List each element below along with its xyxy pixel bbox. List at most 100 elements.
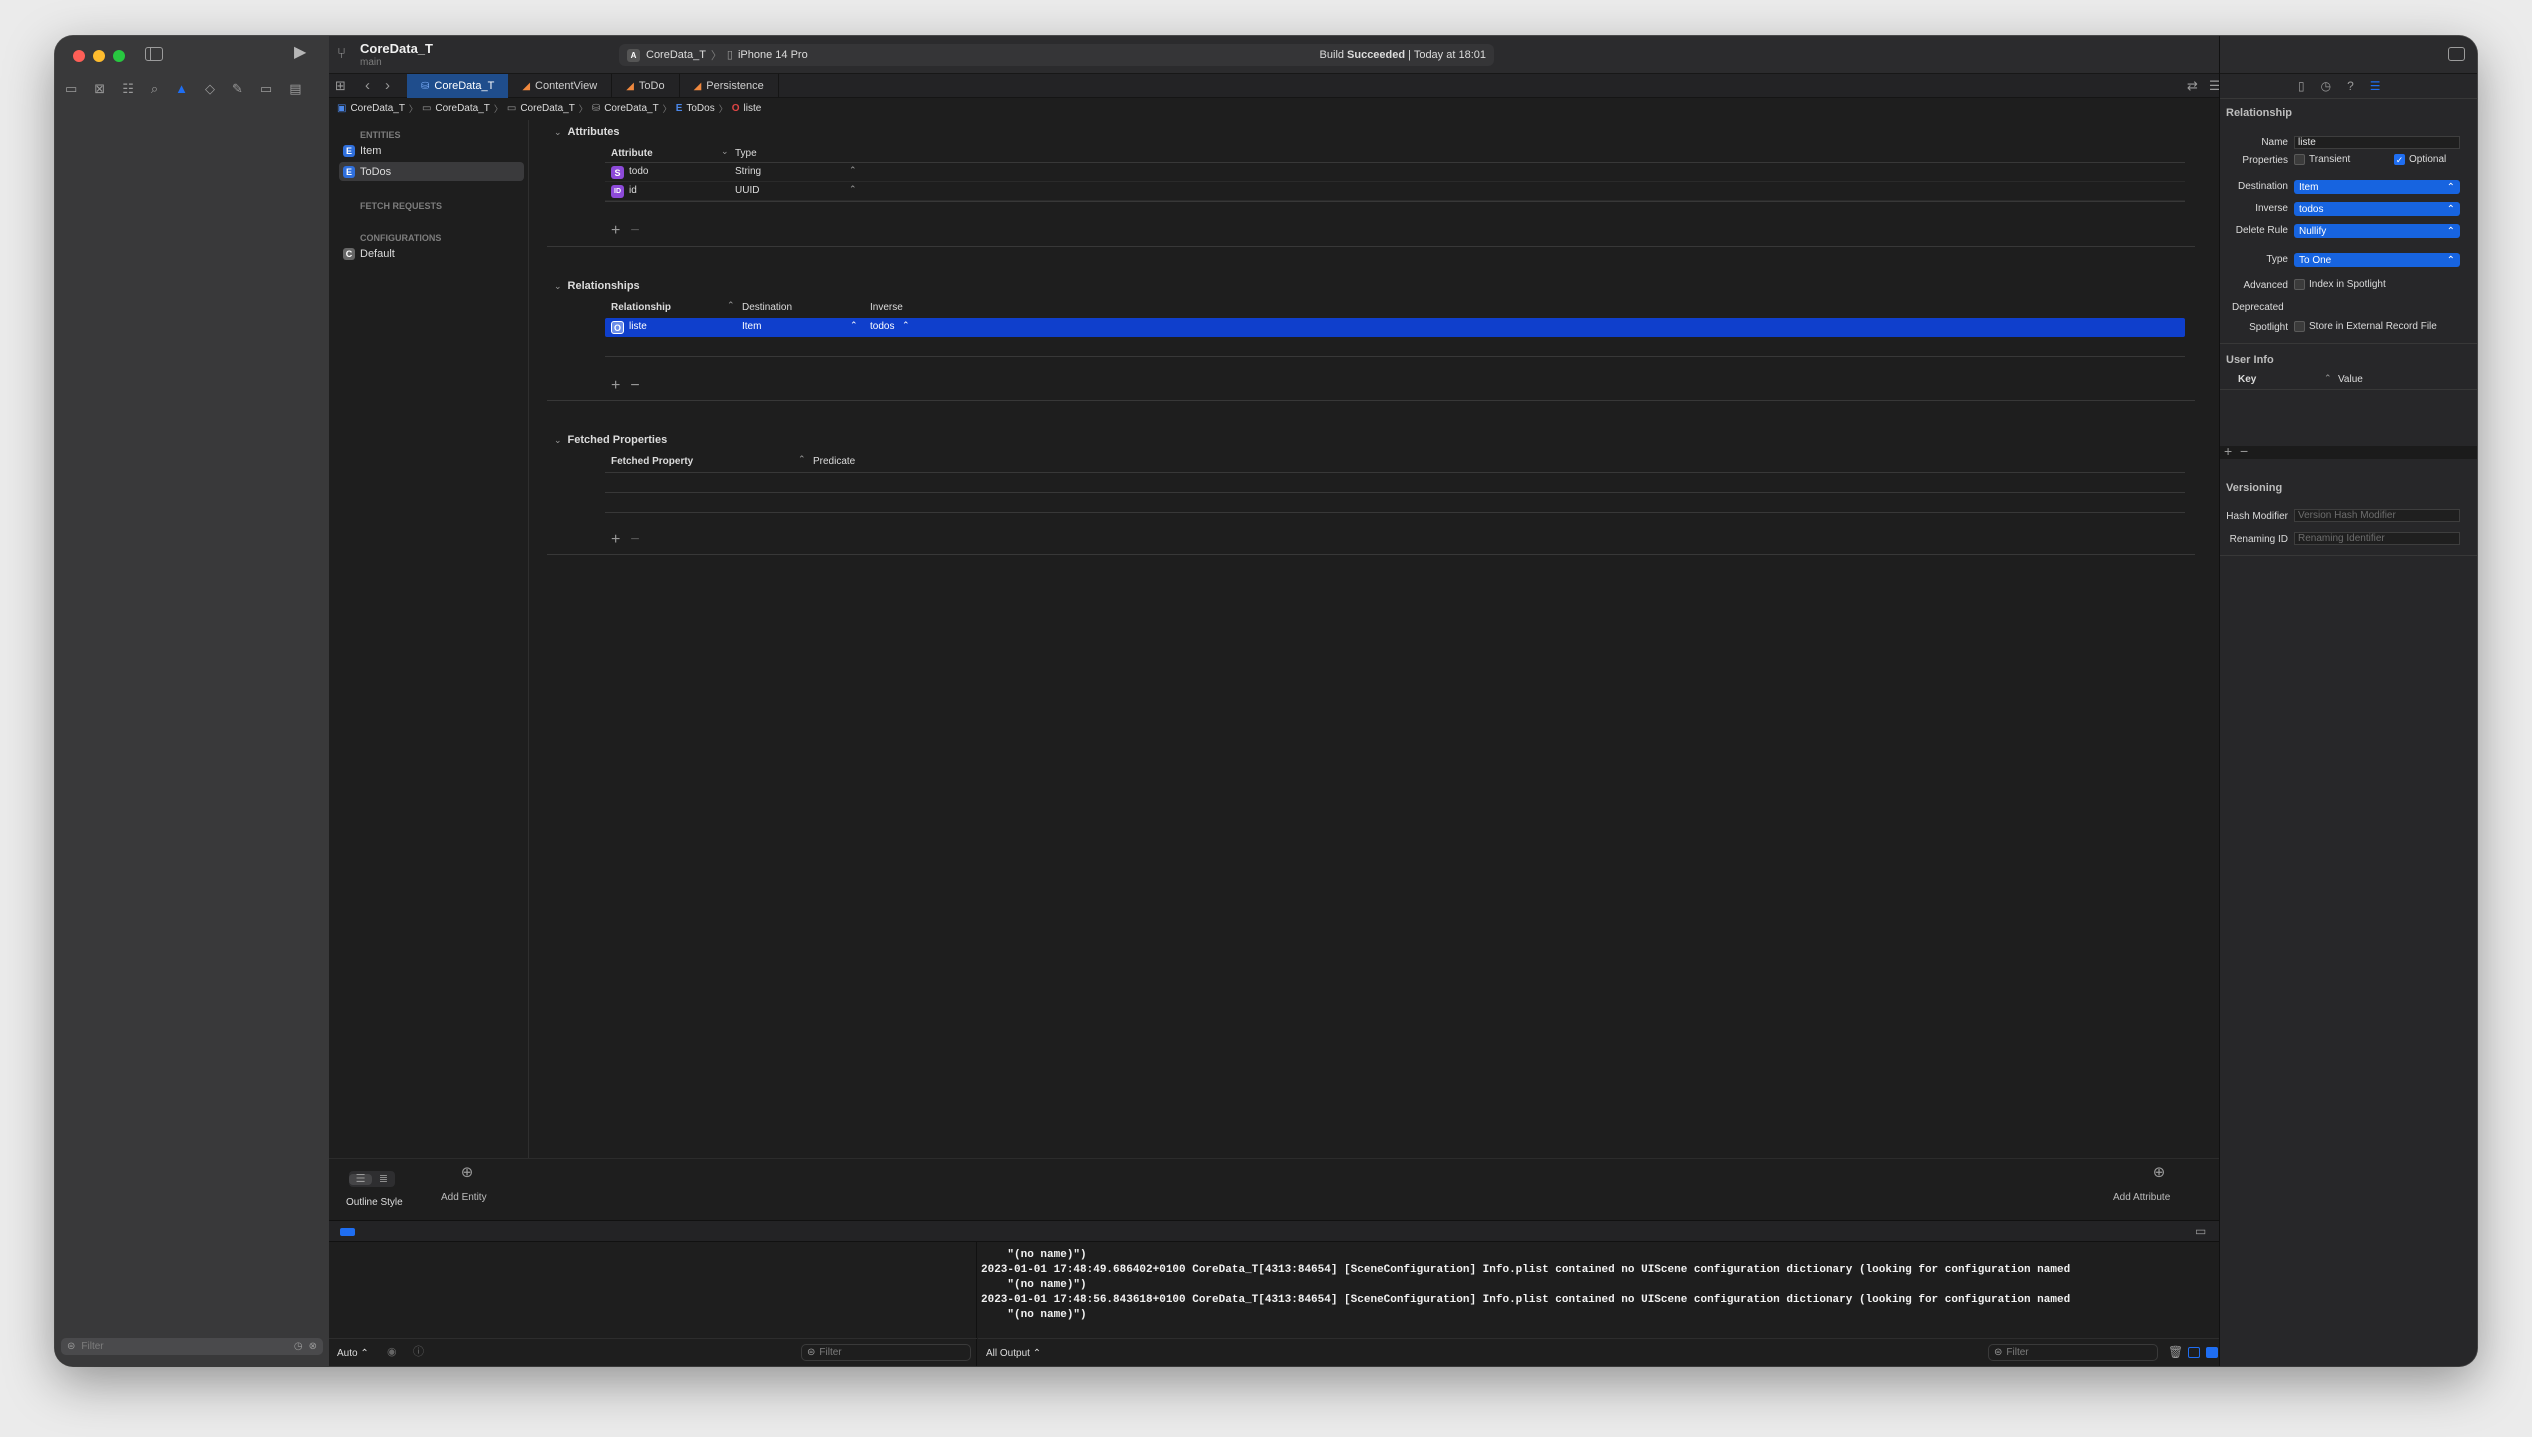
popup-chevron-icon[interactable]: ⌃: [849, 166, 857, 175]
col-fetched-property[interactable]: Fetched Property: [611, 456, 693, 467]
navigator-filter-field[interactable]: ⊜ Filter ◷ ⊗: [61, 1338, 323, 1355]
zoom-window-button[interactable]: [113, 50, 125, 62]
report-icon[interactable]: ▤: [289, 82, 301, 95]
eye-icon[interactable]: ◉: [387, 1347, 397, 1358]
index-spotlight-checkbox[interactable]: Index in Spotlight: [2294, 279, 2386, 290]
add-entity-button[interactable]: ⊕: [447, 1165, 487, 1180]
config-item-default[interactable]: C Default: [343, 248, 395, 260]
source-control-icon[interactable]: ⊠: [94, 82, 105, 95]
attributes-section-header[interactable]: ⌄ Attributes: [554, 126, 620, 138]
popup-chevron-icon[interactable]: ⌃: [849, 185, 857, 194]
renaming-id-field[interactable]: Renaming Identifier: [2294, 532, 2460, 545]
attribute-row[interactable]: Stodo String ⌃: [605, 163, 2185, 182]
col-relationship[interactable]: Relationship: [611, 302, 671, 313]
external-record-checkbox[interactable]: Store in External Record File: [2294, 321, 2437, 332]
type-popup[interactable]: To One ⌃: [2294, 253, 2460, 267]
back-arrow-icon[interactable]: ‹: [365, 78, 370, 93]
breadcrumb-item[interactable]: E ToDos: [676, 103, 715, 114]
popup-chevron-icon[interactable]: ⌃: [902, 321, 910, 330]
value-column[interactable]: Value: [2338, 374, 2363, 385]
recent-clock-icon[interactable]: ◷: [294, 1341, 303, 1352]
col-inverse[interactable]: Inverse: [870, 302, 903, 313]
relationships-section-header[interactable]: ⌄ Relationships: [554, 280, 640, 292]
hash-modifier-field[interactable]: Version Hash Modifier: [2294, 509, 2460, 522]
grid-related-items-icon[interactable]: ⊞: [335, 79, 346, 92]
trash-icon[interactable]: 🗑: [2168, 1346, 2183, 1358]
list-style-icon[interactable]: ☰: [349, 1173, 372, 1185]
name-field[interactable]: liste: [2294, 136, 2460, 149]
minimize-window-button[interactable]: [93, 50, 105, 62]
tab-persistence[interactable]: ◢ Persistence: [680, 74, 779, 98]
attribute-name[interactable]: id: [629, 185, 637, 196]
fetched-section-header[interactable]: ⌄ Fetched Properties: [554, 434, 667, 446]
add-plus-icon[interactable]: +: [611, 378, 620, 394]
popup-chevron-icon[interactable]: ⌃: [850, 321, 858, 330]
breadcrumb-item[interactable]: ⛁ CoreData_T: [592, 103, 659, 114]
tab-contentview[interactable]: ◢ ContentView: [508, 74, 613, 98]
col-type[interactable]: Type: [735, 148, 757, 159]
breakpoint-icon[interactable]: ▭: [260, 82, 272, 95]
add-attribute-button[interactable]: ⊕: [2139, 1165, 2179, 1180]
breadcrumb-item[interactable]: ▭ CoreData_T: [507, 103, 575, 114]
relationship-inverse[interactable]: todos: [870, 321, 894, 332]
optional-checkbox[interactable]: ✓ Optional: [2394, 154, 2446, 165]
auto-selector[interactable]: Auto ⌃: [337, 1348, 369, 1359]
col-destination[interactable]: Destination: [742, 302, 792, 313]
test-diamond-icon[interactable]: ◇: [205, 82, 215, 95]
hide-debug-icon[interactable]: ▭: [2195, 1225, 2206, 1237]
forward-arrow-icon[interactable]: ›: [385, 78, 390, 93]
split-left-icon[interactable]: [2188, 1347, 2200, 1358]
entity-item-item[interactable]: E Item: [339, 141, 524, 160]
add-entity-label[interactable]: Add Entity: [441, 1192, 487, 1203]
remove-minus-icon[interactable]: −: [630, 532, 639, 548]
tab-coredata-t[interactable]: ⛁ CoreData_T: [407, 74, 509, 98]
history-clock-icon[interactable]: ◷: [2321, 80, 2331, 92]
file-icon[interactable]: ▯: [2298, 80, 2305, 92]
data-model-inspector-icon[interactable]: ☰: [2370, 80, 2381, 92]
run-play-icon[interactable]: ▶: [294, 45, 306, 61]
remove-minus-icon[interactable]: −: [630, 378, 639, 394]
variables-filter-field[interactable]: ⊜ Filter: [801, 1344, 971, 1361]
relationship-name[interactable]: liste: [629, 321, 647, 332]
delete-rule-popup[interactable]: Nullify ⌃: [2294, 224, 2460, 238]
key-column[interactable]: Key: [2238, 374, 2256, 385]
add-plus-icon[interactable]: +: [2224, 444, 2232, 458]
remove-minus-icon[interactable]: −: [630, 223, 639, 239]
tab-todo[interactable]: ◢ ToDo: [612, 74, 680, 98]
issue-warning-icon[interactable]: ▲: [175, 82, 188, 95]
breadcrumb-item[interactable]: ▣ CoreData_T: [337, 103, 405, 114]
attribute-name[interactable]: todo: [629, 166, 648, 177]
swap-icon[interactable]: ⇄: [2187, 79, 2198, 92]
inverse-popup[interactable]: todos ⌃: [2294, 202, 2460, 216]
help-icon[interactable]: ?: [2347, 80, 2354, 92]
console-filter-field[interactable]: ⊜ Filter: [1988, 1344, 2158, 1361]
filter-options-icon[interactable]: ⊗: [309, 1341, 317, 1352]
split-right-icon[interactable]: [2206, 1347, 2218, 1358]
folder-icon[interactable]: ▭: [65, 82, 77, 95]
attribute-row[interactable]: ID id UUID ⌃: [605, 182, 2185, 201]
close-window-button[interactable]: [73, 50, 85, 62]
entity-item-todos[interactable]: E ToDos: [339, 162, 524, 181]
remove-minus-icon[interactable]: −: [2240, 444, 2248, 458]
output-selector[interactable]: All Output ⌃: [986, 1348, 1041, 1359]
device-selector[interactable]: iPhone 14 Pro: [738, 49, 808, 61]
add-plus-icon[interactable]: +: [611, 223, 620, 239]
hierarchy-style-icon[interactable]: ≣: [372, 1173, 395, 1185]
debug-area-toggle-icon[interactable]: [340, 1228, 355, 1236]
symbol-navigator-icon[interactable]: ☷: [122, 82, 134, 95]
destination-popup[interactable]: Item ⌃: [2294, 180, 2460, 194]
info-icon[interactable]: ⓘ: [413, 1347, 424, 1358]
debug-spray-icon[interactable]: ✎: [232, 82, 243, 95]
relationship-destination[interactable]: Item: [742, 321, 761, 332]
inspector-toggle-icon[interactable]: [2448, 47, 2465, 61]
transient-checkbox[interactable]: Transient: [2294, 154, 2350, 165]
search-icon[interactable]: ⌕: [151, 82, 158, 95]
relationship-row[interactable]: Oliste Item ⌃ todos ⌃: [605, 318, 2185, 337]
add-plus-icon[interactable]: +: [611, 532, 620, 548]
breadcrumb-item[interactable]: Oliste: [732, 103, 762, 114]
breadcrumb-item[interactable]: ▭ CoreData_T: [422, 103, 490, 114]
attribute-type[interactable]: String: [735, 166, 761, 177]
attribute-type[interactable]: UUID: [735, 185, 759, 196]
col-predicate[interactable]: Predicate: [813, 456, 855, 467]
scheme-selector[interactable]: CoreData_T: [646, 49, 706, 61]
